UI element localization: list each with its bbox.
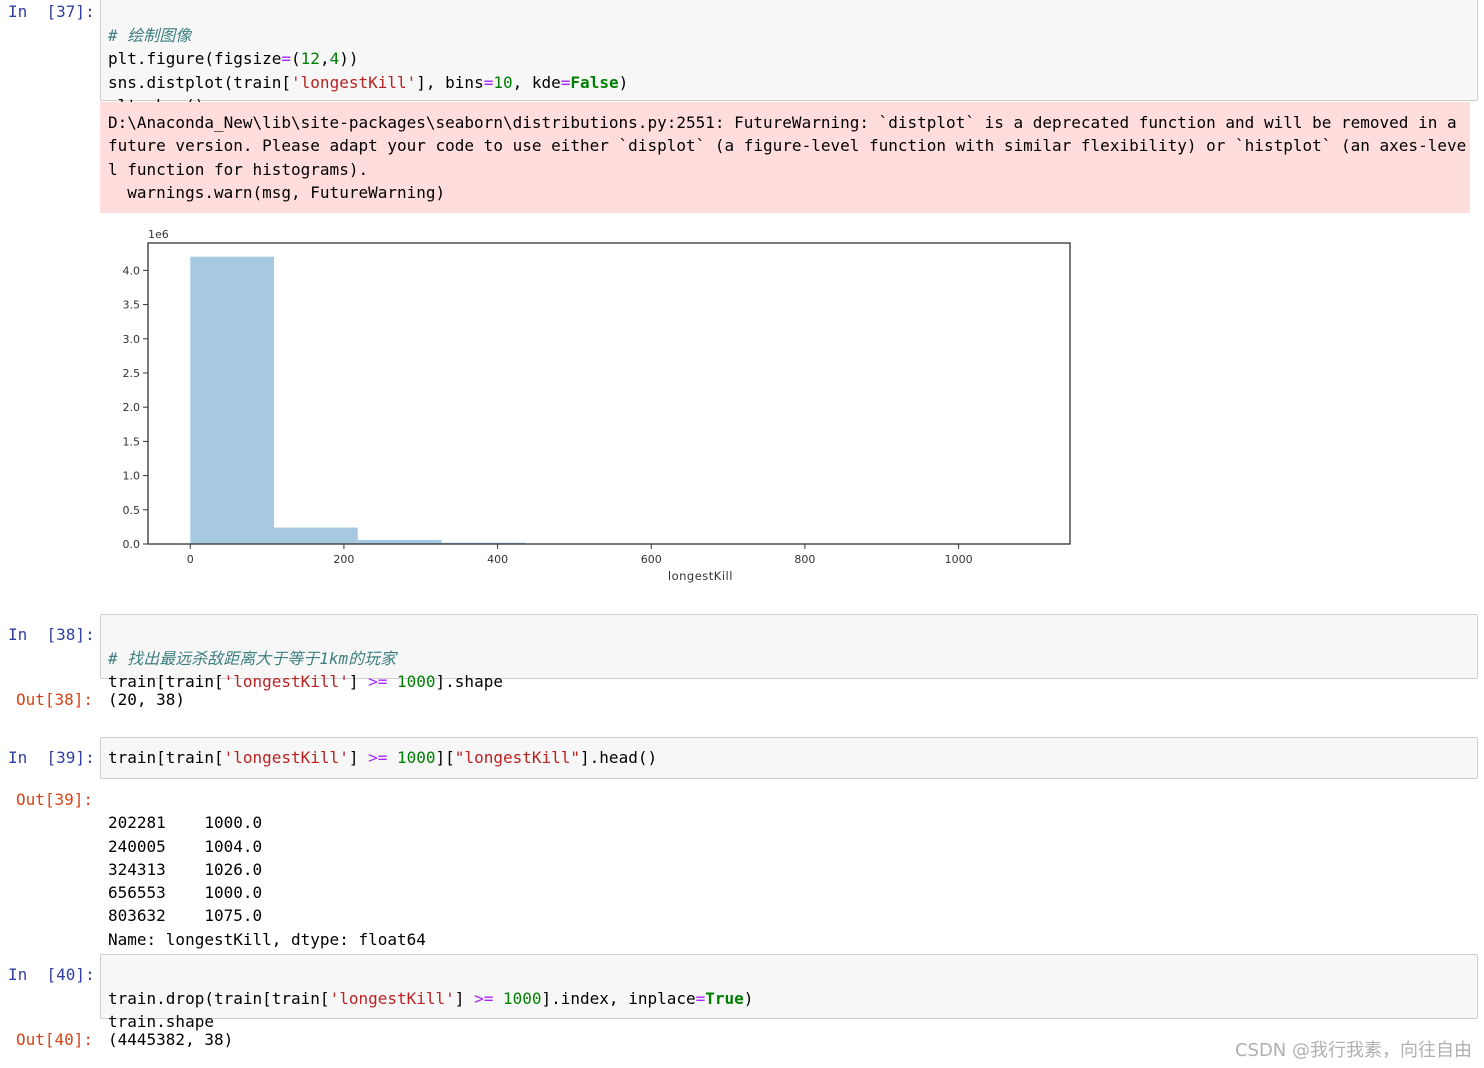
- code-line: plt.figure(figsize=(12,4)): [108, 49, 359, 68]
- y-tick-label-6: 3.0: [123, 333, 141, 346]
- series-row: 803632 1075.0: [108, 906, 263, 926]
- cell-39-input-prompt: In [39]:: [8, 748, 95, 767]
- x-tick-label-3: 600: [641, 553, 662, 566]
- code-line: train[train['longestKill'] >= 1000]["lon…: [108, 748, 658, 767]
- histogram-bar-1: [274, 527, 358, 544]
- y-tick-label-0: 0.0: [123, 538, 141, 551]
- cell-38-code[interactable]: # 找出最远杀敌距离大于等于1km的玩家 train[train['longes…: [108, 623, 503, 694]
- cell-40-output: (4445382, 38): [108, 1030, 234, 1049]
- histogram-chart: 0 200 400 600 800 1000 0.0 0.5 1.0 1.5 2.0 2.5 3.0 3.…: [123, 228, 1071, 583]
- cell-38-output: (20, 38): [108, 690, 186, 709]
- y-tick-label-1: 0.5: [123, 504, 141, 517]
- x-tick-label-5: 1000: [945, 553, 973, 566]
- code-comment: # 找出最远杀敌距离大于等于1km的玩家: [108, 648, 397, 668]
- cell-40-code[interactable]: train.drop(train[train['longestKill'] >=…: [108, 963, 753, 1034]
- code-line: sns.distplot(train['longestKill'], bins=…: [108, 72, 629, 92]
- cell-40-input-prompt: In [40]:: [8, 965, 95, 984]
- x-tick-label-0: 0: [187, 553, 194, 566]
- cell-40-output-prompt: Out[40]:: [16, 1030, 94, 1049]
- series-row: 202281 1000.0: [108, 813, 263, 833]
- histogram-bar-0: [190, 256, 275, 544]
- series-row: 324313 1026.0: [108, 859, 263, 879]
- y-tick-label-8: 4.0: [123, 264, 141, 277]
- y-tick-label-3: 1.5: [123, 435, 141, 448]
- y-tick-label-7: 3.5: [123, 299, 141, 312]
- x-tick-label-2: 400: [487, 553, 508, 566]
- series-footer: Name: longestKill, dtype: float64: [108, 929, 426, 949]
- code-line: train.drop(train[train['longestKill'] >=…: [108, 988, 754, 1008]
- cell-37-input-prompt: In [37]:: [8, 2, 95, 21]
- cell-39-code[interactable]: train[train['longestKill'] >= 1000]["lon…: [108, 746, 657, 770]
- x-tick-label-1: 200: [333, 553, 354, 566]
- csdn-watermark: CSDN @我行我素，向往自由: [1234, 1040, 1472, 1061]
- series-row: 656553 1000.0: [108, 883, 263, 903]
- cell-38-input-prompt: In [38]:: [8, 625, 95, 644]
- cell-37-code[interactable]: # 绘制图像 plt.figure(figsize=(12,4)) sns.di…: [108, 0, 628, 118]
- y-tick-label-5: 2.5: [123, 367, 141, 380]
- cell-39-output-prompt: Out[39]:: [16, 790, 94, 809]
- y-axis-offset-label: 1e6: [148, 228, 169, 241]
- code-comment: # 绘制图像: [108, 25, 192, 45]
- y-tick-label-4: 2.0: [123, 401, 141, 414]
- y-tick-label-2: 1.0: [123, 470, 141, 483]
- stderr-warning-text: D:\Anaconda_New\lib\site-packages\seabor…: [108, 113, 1467, 202]
- cell-39-output: 202281 1000.0 240005 1004.0 324313 1026.…: [108, 788, 426, 951]
- x-axis-label: longestKill: [668, 569, 733, 583]
- cell-38-output-prompt: Out[38]:: [16, 690, 94, 709]
- series-row: 240005 1004.0: [108, 836, 263, 856]
- x-tick-label-4: 800: [794, 553, 815, 566]
- plot-frame: [147, 242, 1071, 545]
